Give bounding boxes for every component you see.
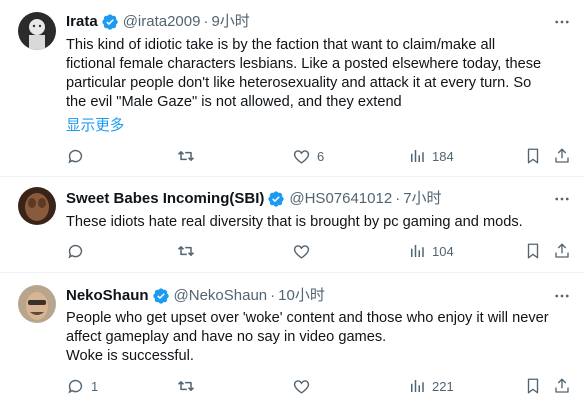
tweet-text-line: fictional female characters lesbians. Li…	[66, 56, 542, 72]
avatar-image	[18, 12, 56, 50]
share-icon	[555, 378, 569, 393]
reply-button[interactable]	[66, 145, 91, 167]
author-handle[interactable]: @NekoShaun	[174, 286, 268, 306]
tweet-header: Irata @irata2009 · 9小时	[66, 12, 250, 32]
views-button[interactable]: 184	[408, 145, 454, 167]
author-handle[interactable]: @irata2009	[123, 12, 201, 32]
bookmark-button[interactable]	[524, 375, 542, 397]
action-bar: 1 221	[66, 375, 576, 397]
tweet-nekoshaun[interactable]: NekoShaun @NekoShaun · 10小时 People who g…	[0, 273, 584, 408]
tweet-text-line: People who get upset over 'woke' content…	[66, 310, 549, 326]
verified-icon	[152, 287, 170, 305]
tweet-text: This kind of idiotic take is by the fact…	[66, 36, 576, 112]
retweet-icon	[177, 151, 195, 161]
bookmark-button[interactable]	[524, 240, 542, 262]
tweet-text-line: This kind of idiotic take is by the fact…	[66, 37, 496, 53]
share-button[interactable]	[553, 145, 571, 167]
more-icon[interactable]	[552, 286, 572, 306]
share-icon	[555, 243, 569, 258]
tweet-sbi[interactable]: Sweet Babes Incoming(SBI) @HS07641012 · …	[0, 177, 584, 273]
tweet-header: NekoShaun @NekoShaun · 10小时	[66, 286, 325, 306]
show-more-link[interactable]: 显示更多	[66, 114, 124, 135]
tweet-text: People who get upset over 'woke' content…	[66, 309, 576, 366]
retweet-button[interactable]	[176, 375, 202, 397]
separator-dot: ·	[395, 190, 401, 207]
tweet-irata[interactable]: Irata @irata2009 · 9小时 This kind of idio…	[0, 0, 584, 177]
reply-icon	[68, 149, 83, 164]
separator-dot: ·	[203, 13, 209, 30]
views-icon	[411, 150, 424, 162]
views-button[interactable]: 221	[408, 375, 454, 397]
views-count: 104	[432, 243, 454, 259]
share-button[interactable]	[553, 375, 571, 397]
avatar[interactable]	[18, 285, 56, 323]
avatar[interactable]	[18, 187, 56, 225]
like-button[interactable]: 6	[292, 145, 324, 167]
tweet-text-line: affect gameplay and have no say in video…	[66, 329, 387, 345]
bookmark-icon	[527, 148, 539, 164]
views-button[interactable]: 104	[408, 240, 454, 262]
tweet-text: These idiots hate real diversity that is…	[66, 213, 576, 232]
more-icon[interactable]	[552, 189, 572, 209]
tweet-header: Sweet Babes Incoming(SBI) @HS07641012 · …	[66, 189, 442, 209]
tweet-text-line: These idiots hate real diversity that is…	[66, 214, 523, 230]
action-bar: 104	[66, 240, 576, 262]
retweet-icon	[177, 381, 195, 391]
bookmark-icon	[527, 378, 539, 394]
reply-button[interactable]	[66, 240, 91, 262]
verified-icon	[101, 13, 119, 31]
tweet-text-line: the evil "Male Gaze" is not allowed, and…	[66, 94, 402, 110]
views-icon	[411, 245, 424, 257]
reply-count: 1	[91, 378, 99, 394]
author-name[interactable]: Irata	[66, 12, 98, 32]
like-icon	[293, 244, 310, 259]
share-icon	[555, 148, 569, 163]
views-count: 184	[432, 148, 454, 164]
views-count: 221	[432, 378, 454, 394]
verified-icon	[267, 190, 285, 208]
timestamp[interactable]: 9小时	[211, 12, 249, 32]
timestamp[interactable]: 10小时	[278, 286, 325, 306]
tweet-text-line: particular people don't like heterosexua…	[66, 75, 532, 91]
bookmark-icon	[527, 243, 539, 259]
views-icon	[411, 380, 424, 392]
retweet-button[interactable]	[176, 240, 202, 262]
like-button[interactable]	[292, 240, 317, 262]
more-icon[interactable]	[552, 12, 572, 32]
separator-dot: ·	[270, 287, 276, 304]
reply-button[interactable]: 1	[66, 375, 98, 397]
bookmark-button[interactable]	[524, 145, 542, 167]
like-icon	[293, 379, 310, 394]
share-button[interactable]	[553, 240, 571, 262]
timestamp[interactable]: 7小时	[403, 189, 441, 209]
retweet-button[interactable]	[176, 145, 202, 167]
author-name[interactable]: NekoShaun	[66, 286, 149, 306]
retweet-icon	[177, 246, 195, 256]
avatar-image	[18, 187, 56, 225]
avatar-image	[18, 285, 56, 323]
action-bar: 6 184	[66, 145, 576, 167]
like-count: 6	[317, 148, 325, 164]
like-button[interactable]	[292, 375, 317, 397]
tweet-text-line: Woke is successful.	[66, 348, 194, 364]
like-icon	[293, 149, 310, 164]
author-name[interactable]: Sweet Babes Incoming(SBI)	[66, 189, 264, 209]
avatar[interactable]	[18, 12, 56, 50]
author-handle[interactable]: @HS07641012	[289, 189, 392, 209]
reply-icon	[68, 244, 83, 259]
reply-icon	[68, 379, 83, 394]
